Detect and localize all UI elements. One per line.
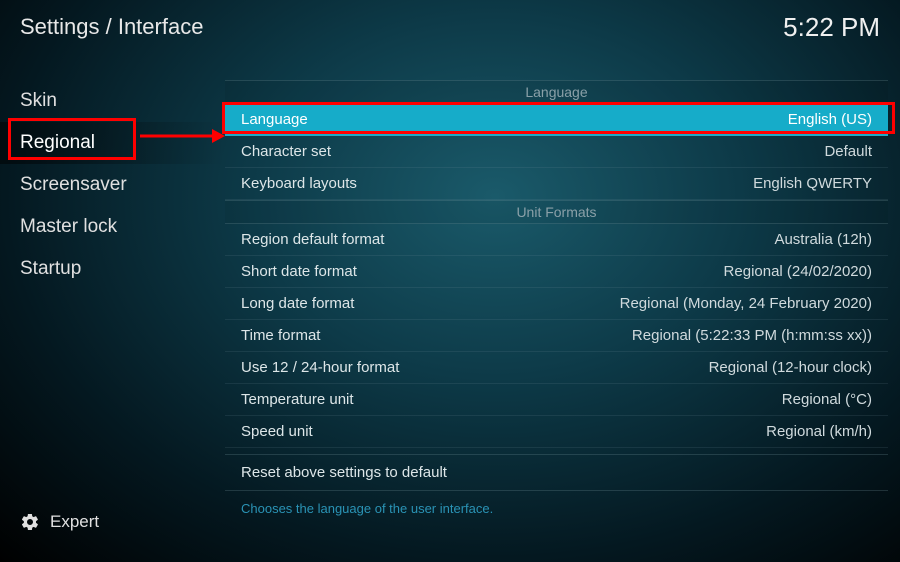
sidebar-item-label: Master lock [20,216,117,237]
setting-label: Time format [241,327,320,344]
header: Settings / Interface 5:22 PM [0,0,900,50]
setting-row-12-24-hour[interactable]: Use 12 / 24-hour format Regional (12-hou… [225,352,888,384]
setting-label: Long date format [241,295,354,312]
setting-row-long-date-format[interactable]: Long date format Regional (Monday, 24 Fe… [225,288,888,320]
sidebar-item-regional[interactable]: Regional [0,122,225,164]
sidebar-item-startup[interactable]: Startup [0,248,225,290]
settings-level-button[interactable]: Expert [0,500,225,562]
setting-label: Speed unit [241,423,313,440]
sidebar-item-master-lock[interactable]: Master lock [0,206,225,248]
setting-label: Keyboard layouts [241,175,357,192]
sidebar-item-label: Regional [20,132,95,153]
setting-value: Regional (km/h) [766,423,872,440]
sidebar-item-label: Skin [20,90,57,111]
setting-label: Short date format [241,263,357,280]
reset-label: Reset above settings to default [241,464,447,481]
setting-row-region-default-format[interactable]: Region default format Australia (12h) [225,224,888,256]
setting-value: English (US) [788,111,872,128]
setting-value: Australia (12h) [774,231,872,248]
sidebar-item-label: Screensaver [20,174,127,195]
content: Skin Regional Screensaver Master lock St… [0,50,900,562]
setting-label: Region default format [241,231,384,248]
setting-value: Regional (12-hour clock) [709,359,872,376]
setting-value: Regional (5:22:33 PM (h:mm:ss xx)) [632,327,872,344]
setting-row-language[interactable]: Language English (US) [225,104,888,136]
sidebar: Skin Regional Screensaver Master lock St… [0,50,225,562]
settings-level-label: Expert [50,512,99,532]
clock: 5:22 PM [783,12,880,43]
sidebar-item-screensaver[interactable]: Screensaver [0,164,225,206]
setting-value: Regional (24/02/2020) [724,263,872,280]
setting-label: Character set [241,143,331,160]
setting-label: Temperature unit [241,391,354,408]
setting-value: Default [824,143,872,160]
setting-row-time-format[interactable]: Time format Regional (5:22:33 PM (h:mm:s… [225,320,888,352]
reset-settings-button[interactable]: Reset above settings to default [225,454,888,491]
section-header-unit-formats: Unit Formats [225,200,888,224]
setting-label: Language [241,111,308,128]
section-header-language: Language [225,80,888,104]
setting-row-keyboard-layouts[interactable]: Keyboard layouts English QWERTY [225,168,888,200]
setting-row-character-set[interactable]: Character set Default [225,136,888,168]
setting-label: Use 12 / 24-hour format [241,359,399,376]
sidebar-item-label: Startup [20,258,81,279]
breadcrumb: Settings / Interface [20,14,203,40]
main-panel: Language Language English (US) Character… [225,50,900,562]
setting-row-short-date-format[interactable]: Short date format Regional (24/02/2020) [225,256,888,288]
gear-icon [20,512,40,532]
setting-value: Regional (Monday, 24 February 2020) [620,295,872,312]
hint-text: Chooses the language of the user interfa… [225,491,888,526]
setting-row-speed-unit[interactable]: Speed unit Regional (km/h) [225,416,888,448]
setting-row-temperature-unit[interactable]: Temperature unit Regional (°C) [225,384,888,416]
setting-value: Regional (°C) [782,391,872,408]
setting-value: English QWERTY [753,175,872,192]
sidebar-item-skin[interactable]: Skin [0,80,225,122]
